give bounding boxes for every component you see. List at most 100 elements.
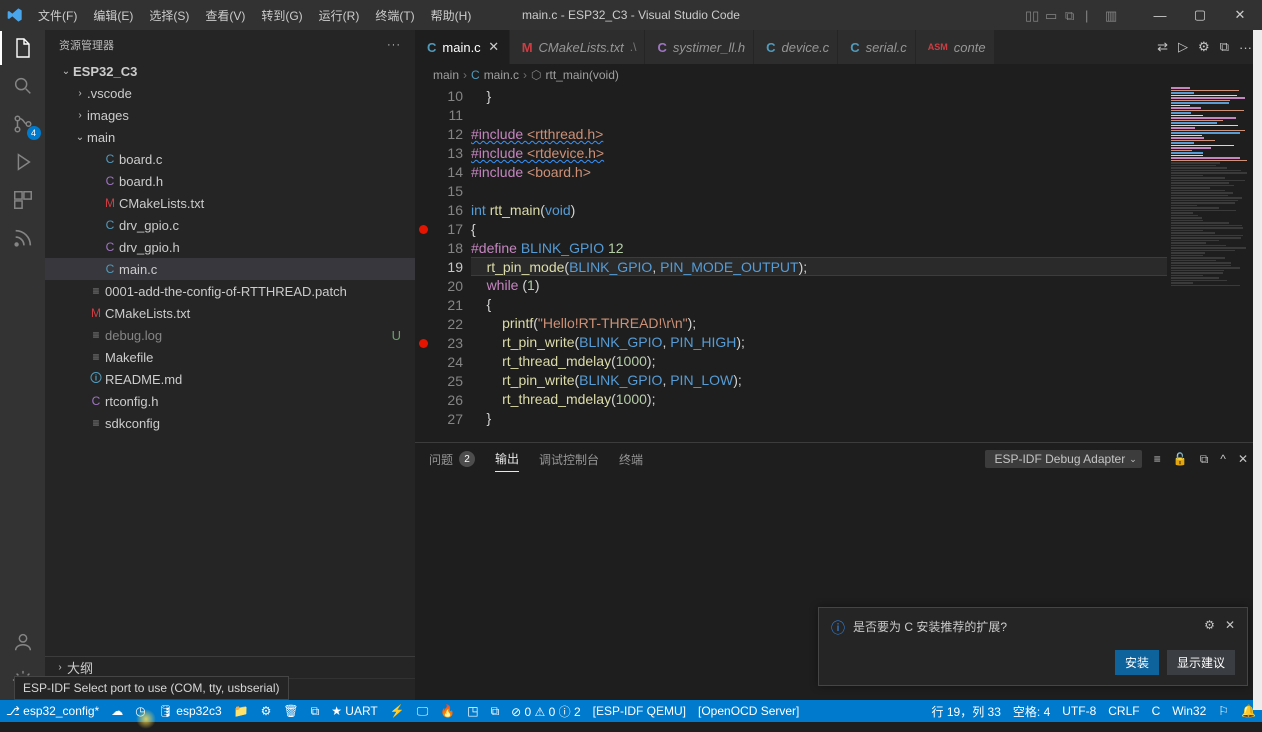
- editor-tab[interactable]: Csystimer_ll.h: [645, 30, 754, 64]
- status-item[interactable]: Win32: [1166, 704, 1212, 718]
- status-item[interactable]: 空格: 4: [1007, 703, 1056, 720]
- tree-item[interactable]: Cboard.c: [45, 148, 415, 170]
- panel-close-icon[interactable]: ✕: [1238, 452, 1248, 466]
- status-item[interactable]: ☁: [105, 704, 129, 718]
- status-item[interactable]: ⎇ esp32_config*: [0, 704, 105, 718]
- close-window-button[interactable]: ✕: [1220, 0, 1260, 30]
- menu-item[interactable]: 运行(R): [311, 7, 368, 24]
- status-item[interactable]: ⧉: [485, 704, 506, 719]
- status-item[interactable]: 🛢 esp32c3: [152, 704, 228, 718]
- editor-tab[interactable]: MCMakeLists.txt.\: [510, 30, 646, 64]
- right-scroll-strip: [1253, 30, 1262, 710]
- code-editor[interactable]: }#include <rtthread.h>#include <rtdevice…: [471, 86, 1262, 442]
- status-diag[interactable]: ⊘ 0 ⚠ 0 ⓘ 2: [505, 703, 587, 720]
- status-item[interactable]: 🔥: [434, 704, 461, 718]
- editor-tab[interactable]: Cserial.c: [838, 30, 916, 64]
- tree-item[interactable]: ›images: [45, 104, 415, 126]
- tree-item[interactable]: MCMakeLists.txt: [45, 302, 415, 324]
- status-item[interactable]: ⧉: [305, 704, 326, 719]
- panel-tab[interactable]: 输出: [495, 450, 519, 472]
- install-button[interactable]: 安装: [1115, 650, 1159, 675]
- project-root[interactable]: ⌄ESP32_C3: [45, 60, 415, 82]
- minimap[interactable]: [1167, 86, 1262, 442]
- tree-item[interactable]: 🛈README.md: [45, 368, 415, 390]
- tree-item[interactable]: ›.vscode: [45, 82, 415, 104]
- tree-item[interactable]: ≡Makefile: [45, 346, 415, 368]
- extensions-activity[interactable]: [11, 188, 35, 212]
- play-icon[interactable]: ▷: [1178, 39, 1188, 55]
- tree-item[interactable]: ⌄main: [45, 126, 415, 148]
- breadcrumb-item[interactable]: main.c: [484, 68, 519, 82]
- status-item[interactable]: UTF-8: [1056, 704, 1102, 718]
- compare-icon[interactable]: ⇄: [1157, 39, 1168, 55]
- tree-item[interactable]: Crtconfig.h: [45, 390, 415, 412]
- split-icon[interactable]: ⧉: [1220, 39, 1229, 55]
- status-item[interactable]: CRLF: [1102, 704, 1145, 718]
- editor-tab[interactable]: ASMconte: [916, 30, 995, 64]
- panel-icon[interactable]: ≡: [1154, 452, 1161, 466]
- more-icon[interactable]: ···: [1239, 40, 1252, 55]
- explorer-activity[interactable]: [11, 36, 35, 60]
- status-item[interactable]: [ESP-IDF QEMU]: [587, 704, 692, 718]
- minimize-button[interactable]: —: [1140, 0, 1180, 30]
- tree-item[interactable]: MCMakeLists.txt: [45, 192, 415, 214]
- panel-tab[interactable]: 问题2: [429, 451, 475, 468]
- close-tab-icon[interactable]: ✕: [487, 39, 501, 55]
- status-item[interactable]: ⚙: [255, 704, 278, 718]
- tree-item[interactable]: Cdrv_gpio.h: [45, 236, 415, 258]
- debug-activity[interactable]: [11, 150, 35, 174]
- layout-controls[interactable]: ▯▯▭⧉|▥: [1025, 8, 1137, 22]
- status-item[interactable]: ◳: [461, 704, 484, 718]
- editor-tab[interactable]: Cmain.c✕: [415, 30, 510, 64]
- menu-item[interactable]: 转到(G): [253, 7, 310, 24]
- status-item[interactable]: ★ UART: [325, 704, 384, 718]
- gear-icon[interactable]: ⚙: [1198, 39, 1210, 55]
- menu-item[interactable]: 帮助(H): [423, 7, 480, 24]
- vscode-logo: [0, 7, 30, 23]
- panel-tab[interactable]: 终端: [619, 451, 643, 468]
- status-item[interactable]: ⚡: [384, 704, 411, 718]
- bottom-panel: 问题2 输出 调试控制台 终端 ESP-IDF Debug Adapter ⌄ ≡ 🔓 ⧉ ^ ✕…: [415, 442, 1262, 700]
- sidebar-more[interactable]: ···: [387, 39, 401, 51]
- status-item[interactable]: 📁: [228, 704, 255, 718]
- rss-activity[interactable]: [11, 226, 35, 250]
- menu-item[interactable]: 查看(V): [197, 7, 253, 24]
- tree-item[interactable]: Cmain.c: [45, 258, 415, 280]
- breadcrumb-item[interactable]: rtt_main(void): [546, 68, 619, 82]
- line-gutter[interactable]: 101112131415161718192021222324252627: [415, 86, 471, 442]
- breadcrumbs[interactable]: main ›C main.c ›⬡ rtt_main(void): [415, 64, 1262, 86]
- tree-item[interactable]: ≡debug.logU: [45, 324, 415, 346]
- menu-item[interactable]: 编辑(E): [85, 7, 141, 24]
- show-suggestions-button[interactable]: 显示建议: [1167, 650, 1235, 675]
- status-item[interactable]: [OpenOCD Server]: [692, 704, 805, 718]
- panel-tab[interactable]: 调试控制台: [539, 451, 599, 468]
- menu-item[interactable]: 选择(S): [141, 7, 197, 24]
- notif-close-icon[interactable]: ✕: [1225, 618, 1235, 632]
- status-item[interactable]: ⚐: [1212, 704, 1235, 718]
- status-item[interactable]: 行 19，列 33: [926, 703, 1007, 720]
- panel-icon[interactable]: ⧉: [1200, 452, 1209, 467]
- tree-item[interactable]: Cdrv_gpio.c: [45, 214, 415, 236]
- status-item[interactable]: 🖵: [411, 704, 435, 719]
- status-item[interactable]: ◷: [129, 704, 151, 718]
- scm-activity[interactable]: 4: [11, 112, 35, 136]
- status-item[interactable]: 🗑: [277, 704, 304, 718]
- sidebar-title: 资源管理器: [59, 37, 114, 53]
- editor-tab[interactable]: Cdevice.c: [754, 30, 838, 64]
- panel-dropdown[interactable]: ESP-IDF Debug Adapter ⌄: [985, 450, 1141, 468]
- search-activity[interactable]: [11, 74, 35, 98]
- maximize-button[interactable]: ▢: [1180, 0, 1220, 30]
- sidebar: 资源管理器··· ⌄ESP32_C3 ›.vscode›images⌄mainC…: [45, 30, 415, 700]
- tree-item[interactable]: Cboard.h: [45, 170, 415, 192]
- notif-gear-icon[interactable]: ⚙: [1204, 618, 1215, 632]
- outline-section[interactable]: ›大纲: [45, 656, 415, 678]
- menu-item[interactable]: 终端(T): [367, 7, 422, 24]
- status-item[interactable]: C: [1146, 704, 1167, 718]
- tree-item[interactable]: ≡0001-add-the-config-of-RTTHREAD.patch: [45, 280, 415, 302]
- tree-item[interactable]: ≡sdkconfig: [45, 412, 415, 434]
- menu-item[interactable]: 文件(F): [30, 7, 85, 24]
- panel-max-icon[interactable]: ^: [1220, 452, 1226, 466]
- panel-icon[interactable]: 🔓: [1173, 452, 1188, 466]
- breadcrumb-item[interactable]: main: [433, 68, 459, 82]
- account-activity[interactable]: [11, 630, 35, 654]
